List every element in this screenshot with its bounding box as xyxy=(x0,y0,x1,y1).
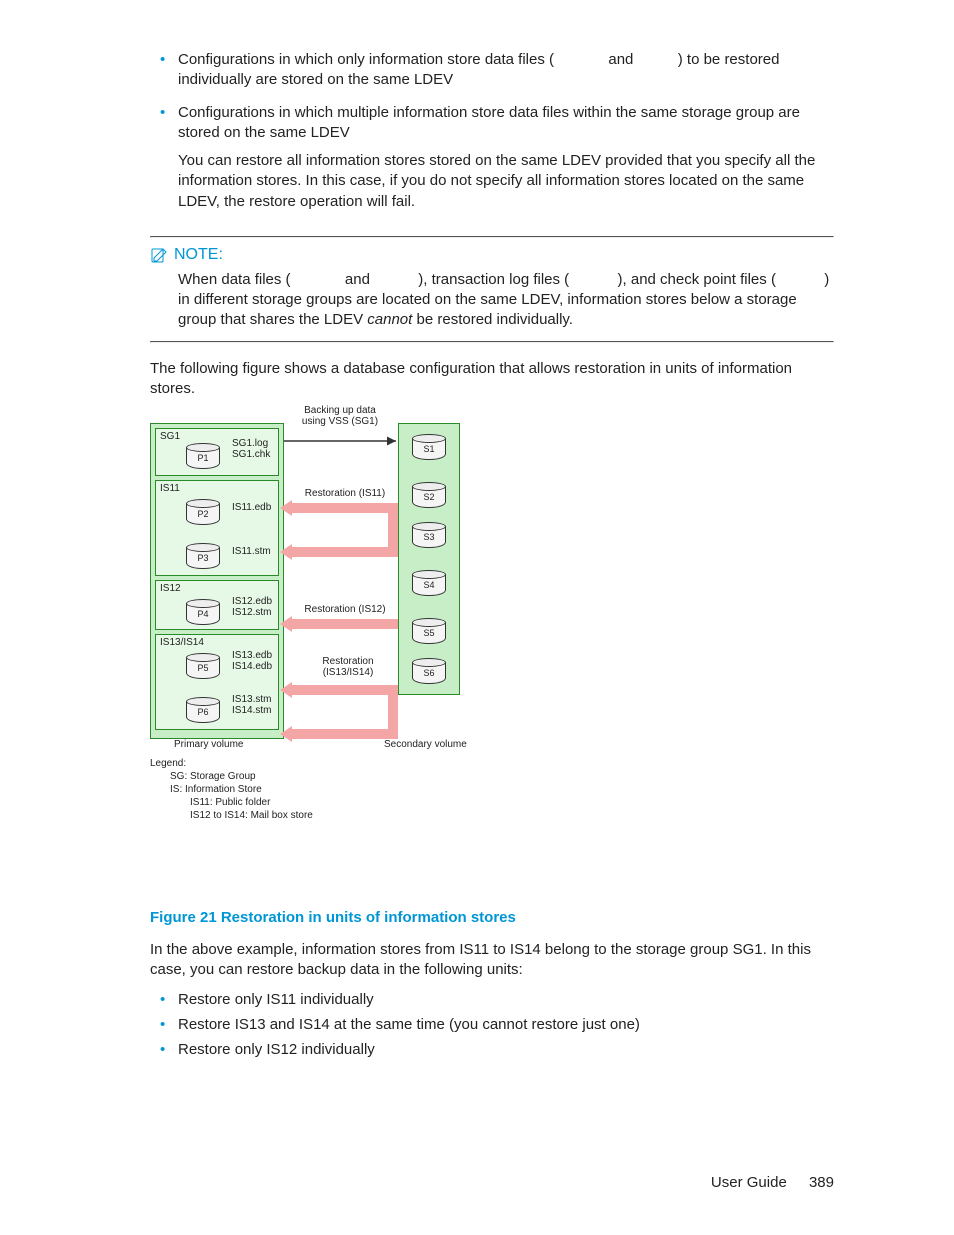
file-label: IS11.stm xyxy=(232,547,271,558)
note-label: NOTE: xyxy=(174,246,223,264)
legend-line: SG: Storage Group xyxy=(150,770,313,783)
file-label: IS13.stm IS14.stm xyxy=(232,695,271,716)
figure-caption: Figure 21 Restoration in units of inform… xyxy=(150,909,834,926)
bullet-followon: You can restore all information stores s… xyxy=(178,151,834,212)
list-item: Restore only IS12 individually xyxy=(178,1041,834,1058)
bullet-text: Configurations in which multiple informa… xyxy=(178,104,800,141)
divider xyxy=(150,341,834,343)
note-block: NOTE: When data files ( and ), transacti… xyxy=(150,236,834,343)
restore-label-is12: Restoration (IS12) xyxy=(300,605,390,616)
note-icon xyxy=(150,246,168,264)
file-label: IS12.edb IS12.stm xyxy=(232,597,272,618)
bullet-item: Configurations in which only information… xyxy=(178,50,834,91)
secondary-volume-column: S1 S2 S3 S4 S5 S6 xyxy=(398,423,460,695)
sg1-tag: SG1 xyxy=(160,431,180,442)
after-figure-paragraph: In the above example, information stores… xyxy=(150,940,834,981)
arrow-restore-is12 xyxy=(280,615,400,635)
bullet-text: Configurations in which only information… xyxy=(178,51,554,68)
footer-guide: User Guide xyxy=(711,1174,787,1191)
backup-label: Backing up data using VSS (SG1) xyxy=(295,405,385,427)
file-label: IS13.edb IS14.edb xyxy=(232,651,272,672)
secondary-volume-label: Secondary volume xyxy=(384,739,467,750)
primary-volume-column: SG1 P1 SG1.log SG1.chk IS11 P2 IS11.edb … xyxy=(150,423,284,739)
list-item: Restore IS13 and IS14 at the same time (… xyxy=(178,1016,834,1033)
restore-label-is1314: Restoration (IS13/IS14) xyxy=(308,657,388,678)
legend-line: IS: Information Store xyxy=(150,783,313,796)
legend-line: IS11: Public folder xyxy=(150,796,313,809)
note-body: When data files ( and ), transaction log… xyxy=(150,270,834,331)
bullet-item: Configurations in which multiple informa… xyxy=(178,103,834,212)
arrow-restore-is11 xyxy=(280,497,400,567)
note-heading: NOTE: xyxy=(150,246,834,264)
restore-units-list: Restore only IS11 individually Restore I… xyxy=(150,991,834,1058)
file-label: SG1.log SG1.chk xyxy=(232,439,270,460)
arrow-restore-is1314 xyxy=(280,679,400,749)
legend-line: IS12 to IS14: Mail box store xyxy=(150,809,313,822)
page-footer: User Guide 389 xyxy=(711,1174,834,1191)
divider xyxy=(150,236,834,238)
primary-volume-label: Primary volume xyxy=(174,739,243,750)
is12-tag: IS12 xyxy=(160,583,181,594)
is11-tag: IS11 xyxy=(160,483,180,494)
list-item: Restore only IS11 individually xyxy=(178,991,834,1008)
footer-page-number: 389 xyxy=(809,1174,834,1191)
legend-title: Legend: xyxy=(150,757,313,770)
arrow-backup xyxy=(280,431,400,451)
bullet-text: and xyxy=(608,51,637,68)
is1314-tag: IS13/IS14 xyxy=(160,637,204,648)
intro-paragraph: The following figure shows a database co… xyxy=(150,359,834,400)
file-label: IS11.edb xyxy=(232,503,271,514)
legend: Legend: SG: Storage Group IS: Informatio… xyxy=(150,757,313,822)
figure-21: Backing up data using VSS (SG1) SG1 P1 S… xyxy=(150,409,834,899)
top-bullet-list: Configurations in which only information… xyxy=(150,50,834,212)
